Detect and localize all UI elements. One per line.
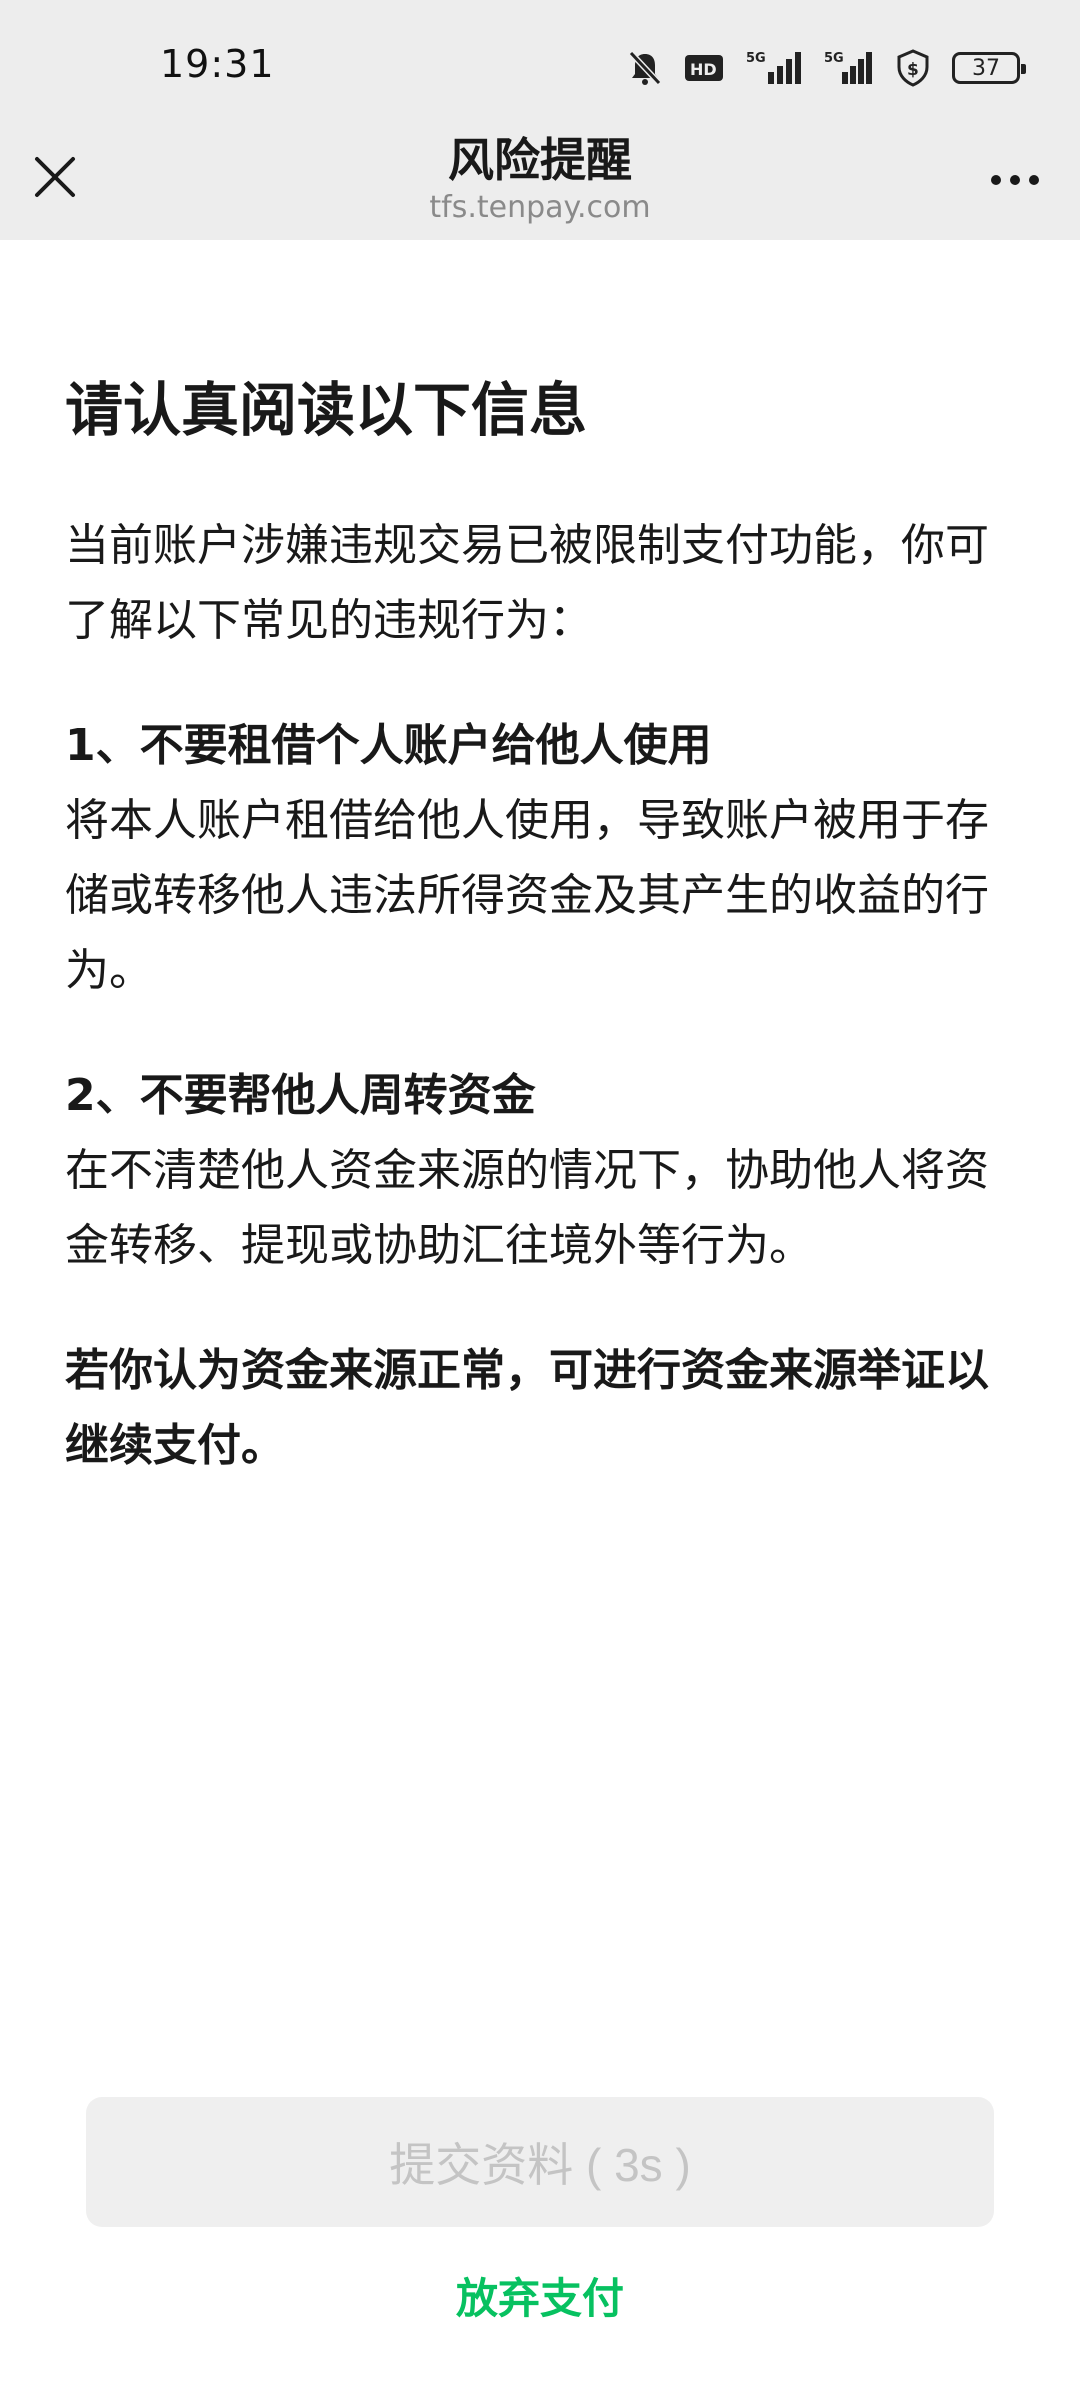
svg-text:$: $ xyxy=(907,60,919,80)
submit-materials-button[interactable]: 提交资料 ( 3s ) xyxy=(86,2097,994,2227)
intro-text: 当前账户涉嫌违规交易已被限制支付功能，你可了解以下常见的违规行为： xyxy=(65,520,989,646)
signal-5g-icon: 5G xyxy=(746,50,802,86)
rule-section-1: 1、不要租借个人账户给他人使用 将本人账户租借给他人使用，导致账户被用于存储或转… xyxy=(65,708,995,1008)
main-content: 请认真阅读以下信息 当前账户涉嫌违规交易已被限制支付功能，你可了解以下常见的违规… xyxy=(65,370,995,1527)
proof-note: 若你认为资金来源正常，可进行资金来源举证以继续支付。 xyxy=(65,1345,989,1471)
svg-text:5G: 5G xyxy=(824,51,844,66)
page-title: 风险提醒 xyxy=(448,133,632,187)
rule-section-2: 2、不要帮他人周转资金 在不清楚他人资金来源的情况下，协助他人将资金转移、提现或… xyxy=(65,1058,995,1283)
status-bar: 19:31 HD 5G 5G $ 37 xyxy=(0,0,1080,135)
rule-body: 在不清楚他人资金来源的情况下，协助他人将资金转移、提现或协助汇往境外等行为。 xyxy=(65,1145,989,1271)
more-icon-dot xyxy=(1010,175,1020,185)
shield-dollar-icon: $ xyxy=(896,49,930,87)
nav-bar: 风险提醒 tfs.tenpay.com xyxy=(0,120,1080,240)
status-icons: HD 5G 5G $ 37 xyxy=(628,46,1026,90)
svg-text:5G: 5G xyxy=(746,51,766,66)
battery-indicator: 37 xyxy=(952,52,1026,84)
more-button[interactable] xyxy=(980,150,1050,210)
more-icon-dot xyxy=(1029,175,1039,185)
content-heading: 请认真阅读以下信息 xyxy=(65,376,588,444)
more-icon-dot xyxy=(991,175,1001,185)
status-time: 19:31 xyxy=(160,42,275,86)
svg-text:HD: HD xyxy=(690,60,717,79)
rule-title: 2、不要帮他人周转资金 xyxy=(65,1070,536,1121)
bell-muted-icon xyxy=(628,50,662,86)
page-domain: tfs.tenpay.com xyxy=(429,190,651,225)
hd-icon: HD xyxy=(684,53,724,83)
abandon-payment-link[interactable]: 放弃支付 xyxy=(0,2265,1080,2326)
signal-5g-icon-2: 5G xyxy=(824,50,874,86)
rule-title: 1、不要租借个人账户给他人使用 xyxy=(65,720,712,771)
header-area: 19:31 HD 5G 5G $ 37 风险提醒 tfs.tenpay.com xyxy=(0,0,1080,240)
rule-body: 将本人账户租借给他人使用，导致账户被用于存储或转移他人违法所得资金及其产生的收益… xyxy=(65,795,989,996)
